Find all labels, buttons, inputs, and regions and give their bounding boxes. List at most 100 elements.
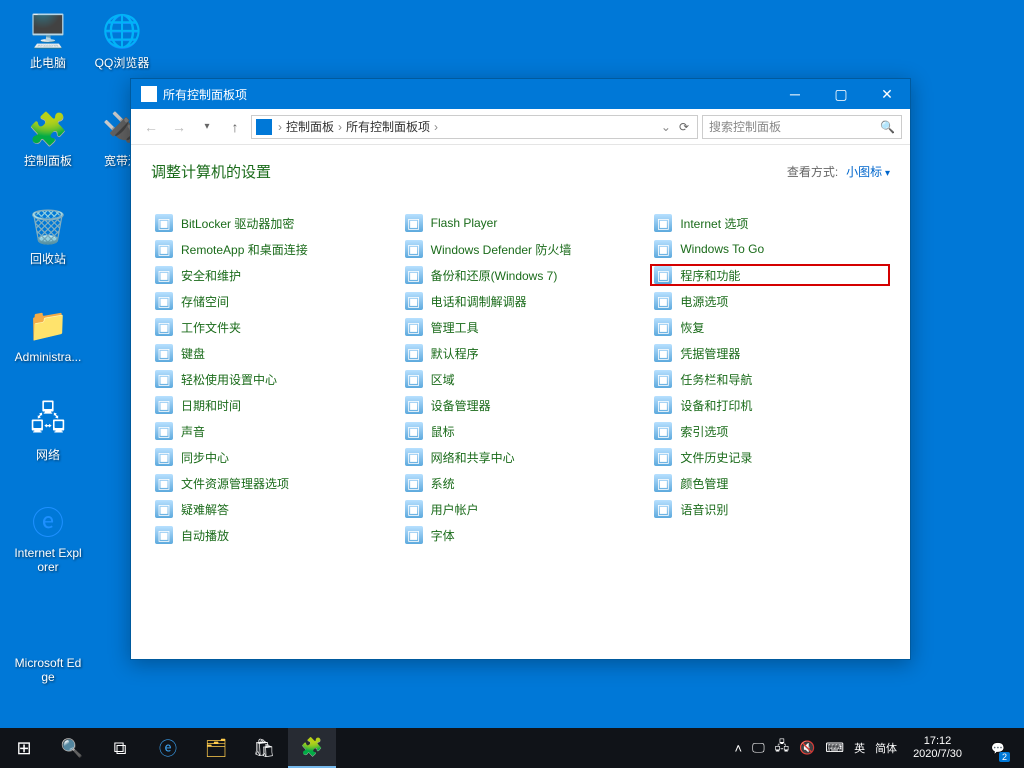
control-panel-item[interactable]: ▣凭据管理器 xyxy=(650,342,890,364)
task-view-button[interactable]: ⧉ xyxy=(96,728,144,768)
item-icon: ▣ xyxy=(654,474,672,492)
breadcrumb-item[interactable]: 所有控制面板项 xyxy=(344,118,432,135)
control-panel-item[interactable]: ▣用户帐户 xyxy=(401,498,641,520)
control-panel-item[interactable]: ▣文件历史记录 xyxy=(650,446,890,468)
titlebar[interactable]: 所有控制面板项 ─ ▢ ✕ xyxy=(131,79,910,109)
item-icon: ▣ xyxy=(155,266,173,284)
tray-volume-icon[interactable]: 🔇 xyxy=(799,740,815,756)
notification-button[interactable]: 💬2 xyxy=(978,728,1018,768)
search-placeholder: 搜索控制面板 xyxy=(709,118,781,135)
up-button[interactable]: ↑ xyxy=(223,115,247,139)
address-dropdown-icon[interactable]: ⌄ xyxy=(657,120,675,134)
control-panel-item[interactable]: ▣轻松使用设置中心 xyxy=(151,368,391,390)
control-panel-item[interactable]: ▣任务栏和导航 xyxy=(650,368,890,390)
item-label: 日期和时间 xyxy=(181,397,241,414)
search-button[interactable]: 🔍 xyxy=(48,728,96,768)
desktop-icon-ie[interactable]: ⓔ Internet Explorer xyxy=(14,500,82,574)
desktop-icon-qq-browser[interactable]: 🌐 QQ浏览器 xyxy=(88,10,156,70)
item-icon: ▣ xyxy=(405,266,423,284)
item-label: 索引选项 xyxy=(680,423,728,440)
control-panel-item[interactable]: ▣备份和还原(Windows 7) xyxy=(401,264,641,286)
desktop-icon-recycle-bin[interactable]: 🗑️ 回收站 xyxy=(14,206,82,266)
recent-button[interactable]: ▾ xyxy=(195,115,219,139)
control-panel-item[interactable]: ▣语音识别 xyxy=(650,498,890,520)
minimize-button[interactable]: ─ xyxy=(772,79,818,109)
control-panel-item[interactable]: ▣颜色管理 xyxy=(650,472,890,494)
control-panel-item[interactable]: ▣设备和打印机 xyxy=(650,394,890,416)
item-label: 默认程序 xyxy=(431,345,479,362)
desktop-icon-network[interactable]: 🖧 网络 xyxy=(14,402,82,462)
control-panel-item[interactable]: ▣管理工具 xyxy=(401,316,641,338)
item-icon: ▣ xyxy=(405,474,423,492)
control-panel-item[interactable]: ▣默认程序 xyxy=(401,342,641,364)
item-label: 键盘 xyxy=(181,345,205,362)
control-panel-item[interactable]: ▣键盘 xyxy=(151,342,391,364)
network-icon: 🖧 xyxy=(27,402,69,444)
content-area: 调整计算机的设置 查看方式: 小图标 ▣BitLocker 驱动器加密 ▣Flas… xyxy=(131,145,910,562)
content-header: 调整计算机的设置 查看方式: 小图标 xyxy=(151,161,890,182)
toolbar: ← → ▾ ↑ › 控制面板 › 所有控制面板项 › ⌄ ⟳ 搜索控制面板 🔍 xyxy=(131,109,910,145)
control-panel-item[interactable]: ▣Windows Defender 防火墙 xyxy=(401,238,641,260)
search-box[interactable]: 搜索控制面板 🔍 xyxy=(702,115,902,139)
clock[interactable]: 17:12 2020/7/30 xyxy=(907,735,968,761)
control-panel-item[interactable]: ▣电源选项 xyxy=(650,290,890,312)
view-dropdown[interactable]: 小图标 xyxy=(846,163,890,180)
taskbar-store[interactable]: 🛍 xyxy=(240,728,288,768)
breadcrumb-item[interactable]: 控制面板 xyxy=(284,118,336,135)
control-panel-item[interactable]: ▣鼠标 xyxy=(401,420,641,442)
control-panel-item[interactable]: ▣索引选项 xyxy=(650,420,890,442)
control-panel-item[interactable]: ▣RemoteApp 和桌面连接 xyxy=(151,238,391,260)
item-icon: ▣ xyxy=(405,396,423,414)
control-panel-item[interactable]: ▣Internet 选项 xyxy=(650,212,890,234)
item-icon: ▣ xyxy=(654,240,672,258)
control-panel-item[interactable]: ▣Flash Player xyxy=(401,212,641,234)
refresh-icon[interactable]: ⟳ xyxy=(675,120,693,134)
control-panel-item[interactable]: ▣日期和时间 xyxy=(151,394,391,416)
item-icon: ▣ xyxy=(155,214,173,232)
desktop-icon-edge[interactable]: ⓔ Microsoft Edge xyxy=(14,610,82,684)
control-panel-item[interactable]: ▣BitLocker 驱动器加密 xyxy=(151,212,391,234)
control-panel-item[interactable]: ▣设备管理器 xyxy=(401,394,641,416)
desktop-icon-this-pc[interactable]: 🖥️ 此电脑 xyxy=(14,10,82,70)
tray-expand-icon[interactable]: ˄ xyxy=(734,741,742,756)
tray-keyboard-icon[interactable]: ⌨ xyxy=(825,740,844,756)
item-icon: ▣ xyxy=(405,318,423,336)
item-label: 区域 xyxy=(431,371,455,388)
desktop-icon-control-panel[interactable]: 🧩 控制面板 xyxy=(14,108,82,168)
control-panel-item[interactable]: ▣工作文件夹 xyxy=(151,316,391,338)
control-panel-item[interactable]: ▣字体 xyxy=(401,524,641,546)
control-panel-item[interactable]: ▣区域 xyxy=(401,368,641,390)
tray-display-icon[interactable]: 🖵 xyxy=(752,740,765,756)
control-panel-item[interactable]: ▣Windows To Go xyxy=(650,238,890,260)
taskbar-edge[interactable]: ⓔ xyxy=(144,728,192,768)
control-panel-item[interactable]: ▣同步中心 xyxy=(151,446,391,468)
item-icon: ▣ xyxy=(405,292,423,310)
address-bar[interactable]: › 控制面板 › 所有控制面板项 › ⌄ ⟳ xyxy=(251,115,698,139)
control-panel-item[interactable]: ▣电话和调制解调器 xyxy=(401,290,641,312)
start-button[interactable]: ⊞ xyxy=(0,728,48,768)
item-label: 工作文件夹 xyxy=(181,319,241,336)
control-panel-item[interactable]: ▣恢复 xyxy=(650,316,890,338)
close-button[interactable]: ✕ xyxy=(864,79,910,109)
control-panel-item[interactable]: ▣系统 xyxy=(401,472,641,494)
ime-mode[interactable]: 简体 xyxy=(875,740,897,756)
ime-lang[interactable]: 英 xyxy=(854,740,865,756)
maximize-button[interactable]: ▢ xyxy=(818,79,864,109)
control-panel-item[interactable]: ▣程序和功能 xyxy=(650,264,890,286)
control-panel-item[interactable]: ▣网络和共享中心 xyxy=(401,446,641,468)
control-panel-item[interactable]: ▣疑难解答 xyxy=(151,498,391,520)
control-panel-item[interactable]: ▣声音 xyxy=(151,420,391,442)
tray-network-icon[interactable]: 🖧 xyxy=(775,737,790,759)
control-panel-item[interactable]: ▣存储空间 xyxy=(151,290,391,312)
desktop-icon-administrator[interactable]: 📁 Administra... xyxy=(14,304,82,364)
item-icon: ▣ xyxy=(654,266,672,284)
control-panel-item[interactable]: ▣安全和维护 xyxy=(151,264,391,286)
control-panel-item[interactable]: ▣自动播放 xyxy=(151,524,391,546)
taskbar-explorer[interactable]: 🗂 xyxy=(192,728,240,768)
item-label: 电源选项 xyxy=(680,293,728,310)
user-folder-icon: 📁 xyxy=(27,304,69,346)
control-panel-item[interactable]: ▣文件资源管理器选项 xyxy=(151,472,391,494)
back-button[interactable]: ← xyxy=(139,115,163,139)
forward-button[interactable]: → xyxy=(167,115,191,139)
taskbar-control-panel[interactable]: 🧩 xyxy=(288,728,336,768)
